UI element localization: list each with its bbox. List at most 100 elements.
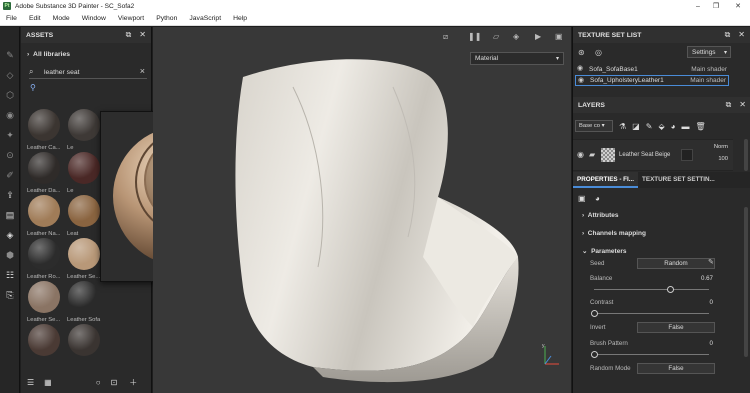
filter-icon[interactable]: ⚲ <box>30 83 36 92</box>
display-settings-icon[interactable]: ◈ <box>4 229 16 241</box>
texture-set-row[interactable]: ◉ Sofa_SofaBase1 Main shader <box>575 64 729 75</box>
eye-icon[interactable]: ◉ <box>577 150 584 159</box>
add-effect-icon[interactable]: ⚗ <box>619 122 626 131</box>
list-view-icon[interactable]: ☰ <box>27 378 34 387</box>
eye-icon[interactable]: ◉ <box>578 76 584 84</box>
log-icon[interactable]: ⎘ <box>4 289 16 301</box>
eye-icon[interactable]: ◉ <box>577 64 583 72</box>
asset-thumbnail[interactable]: Leather Se... <box>27 281 61 323</box>
balance-slider[interactable] <box>594 286 709 293</box>
undock-icon[interactable]: ⧉ <box>126 30 132 40</box>
seed-random-button[interactable]: Random <box>637 258 715 269</box>
smudge-icon[interactable]: ✦ <box>4 129 16 141</box>
brush-pattern-slider[interactable] <box>591 351 709 358</box>
eraser-icon[interactable]: ◇ <box>4 69 16 81</box>
close-panel-icon[interactable]: ✕ <box>738 30 745 40</box>
shelf-icon[interactable]: ▤ <box>4 209 16 221</box>
tab-properties[interactable]: PROPERTIES - FI... <box>573 172 639 188</box>
circle-icon[interactable]: ○ <box>96 378 101 387</box>
close-panel-icon[interactable]: ✕ <box>739 100 746 110</box>
asset-thumbnail[interactable]: Le <box>67 152 101 194</box>
asset-thumbnail[interactable]: Leather Da... <box>27 152 61 194</box>
settings-dropdown[interactable]: Settings ▾ <box>687 46 731 58</box>
add-icon[interactable]: ＋ <box>129 377 137 388</box>
balance-slider-knob[interactable] <box>667 286 674 293</box>
asset-thumbnail[interactable]: Leat <box>67 195 101 237</box>
assets-panel-icon[interactable]: ⇪ <box>4 189 16 201</box>
clear-search-icon[interactable]: × <box>140 66 145 76</box>
layers-scrollbar[interactable] <box>744 139 748 171</box>
undock-icon[interactable]: ⧉ <box>726 100 732 110</box>
properties-scrollbar[interactable] <box>744 207 748 357</box>
texture-set-name: Sofa_SofaBase1 <box>589 66 638 73</box>
close-window-button[interactable]: ✕ <box>728 0 748 12</box>
menu-python[interactable]: Python <box>150 15 183 22</box>
library-selector[interactable]: › All libraries <box>27 51 70 58</box>
asset-thumbnail[interactable]: Leather Se... <box>67 238 101 280</box>
visibility-icon[interactable]: ⊛ <box>578 48 585 57</box>
balance-value[interactable]: 0.67 <box>701 275 713 282</box>
menu-mode[interactable]: Mode <box>47 15 76 22</box>
asset-thumbnail[interactable]: Leather Na... <box>27 195 61 237</box>
section-channels-mapping[interactable]: › Channels mapping <box>582 230 646 237</box>
random-mode-toggle[interactable]: False <box>637 363 715 374</box>
asset-thumbnail[interactable]: Leather Ca... <box>27 109 61 151</box>
mask-slot[interactable] <box>681 149 693 161</box>
edit-icon[interactable]: ✎ <box>708 258 714 266</box>
material-properties-icon[interactable]: ◕ <box>595 194 600 203</box>
close-panel-icon[interactable]: ✕ <box>139 30 146 40</box>
layer-row[interactable]: ◉ ▰ Leather Seat Beige Norm 100 <box>573 139 733 171</box>
contrast-slider[interactable] <box>591 310 709 317</box>
layer-name: Leather Seat Beige <box>619 152 671 158</box>
section-parameters[interactable]: ⌄ Parameters <box>582 247 626 255</box>
minimize-button[interactable]: – <box>688 0 708 12</box>
fill-properties-icon[interactable]: ▣ <box>578 194 586 203</box>
section-attributes[interactable]: › Attributes <box>582 212 618 219</box>
menu-viewport[interactable]: Viewport <box>112 15 150 22</box>
brush-pattern-value[interactable]: 0 <box>710 340 713 347</box>
contrast-slider-knob[interactable] <box>591 310 598 317</box>
add-folder-icon[interactable]: ▬ <box>681 122 689 131</box>
delete-icon[interactable]: 🗑 <box>695 122 705 131</box>
material-sphere <box>28 281 60 313</box>
opacity-value[interactable]: 100 <box>718 156 728 162</box>
add-paint-layer-icon[interactable]: ✎ <box>646 122 653 131</box>
eye-icon[interactable]: ◎ <box>595 48 602 57</box>
channel-select[interactable]: Base co ▾ <box>575 120 613 132</box>
menu-javascript[interactable]: JavaScript <box>183 15 227 22</box>
texture-set-row-selected[interactable]: ◉ Sofa_UpholsteryLeather1 Main shader <box>575 75 729 86</box>
menu-edit[interactable]: Edit <box>23 15 47 22</box>
add-fill-layer-icon[interactable]: ⬙ <box>658 122 664 131</box>
history-icon[interactable]: ☷ <box>4 269 16 281</box>
asset-label: Leather Se... <box>27 317 61 323</box>
import-icon[interactable]: ⊡ <box>111 378 118 387</box>
add-mask-icon[interactable]: ◪ <box>632 122 640 131</box>
menu-file[interactable]: File <box>0 15 23 22</box>
grid-view-icon[interactable]: ▦ <box>44 378 52 387</box>
asset-thumbnail[interactable]: Le <box>67 109 101 151</box>
blend-mode[interactable]: Norm <box>714 144 728 150</box>
tab-texture-set-settings[interactable]: TEXTURE SET SETTIN... <box>638 172 719 188</box>
menu-help[interactable]: Help <box>227 15 253 22</box>
brush-pattern-slider-knob[interactable] <box>591 351 598 358</box>
asset-label: Leather Da... <box>27 188 61 194</box>
invert-toggle[interactable]: False <box>637 322 715 333</box>
contrast-value[interactable]: 0 <box>710 299 713 306</box>
polygon-fill-icon[interactable]: ⬢ <box>4 249 16 261</box>
asset-label: Le <box>67 145 74 151</box>
search-input[interactable] <box>44 67 129 78</box>
geometry-mask-icon[interactable]: ◉ <box>4 109 16 121</box>
menu-window[interactable]: Window <box>76 15 112 22</box>
asset-thumbnail[interactable]: Leather Ro... <box>27 238 61 280</box>
viewport-3d[interactable]: ⧄ ❚❚ ▱ ◈ ▶ ▣ Material ▾ y <box>153 27 571 393</box>
undock-icon[interactable]: ⧉ <box>725 30 731 40</box>
color-picker-icon[interactable]: ✐ <box>4 169 16 181</box>
restore-button[interactable]: ❐ <box>706 0 726 12</box>
add-smart-material-icon[interactable]: ◕ <box>671 122 676 131</box>
paint-brush-icon[interactable]: ✎ <box>4 49 16 61</box>
asset-thumbnail[interactable] <box>67 324 101 360</box>
clone-icon[interactable]: ⊙ <box>4 149 16 161</box>
projection-icon[interactable]: ⬡ <box>4 89 16 101</box>
asset-thumbnail[interactable] <box>27 324 61 360</box>
asset-thumbnail[interactable]: Leather Sofa <box>67 281 101 323</box>
